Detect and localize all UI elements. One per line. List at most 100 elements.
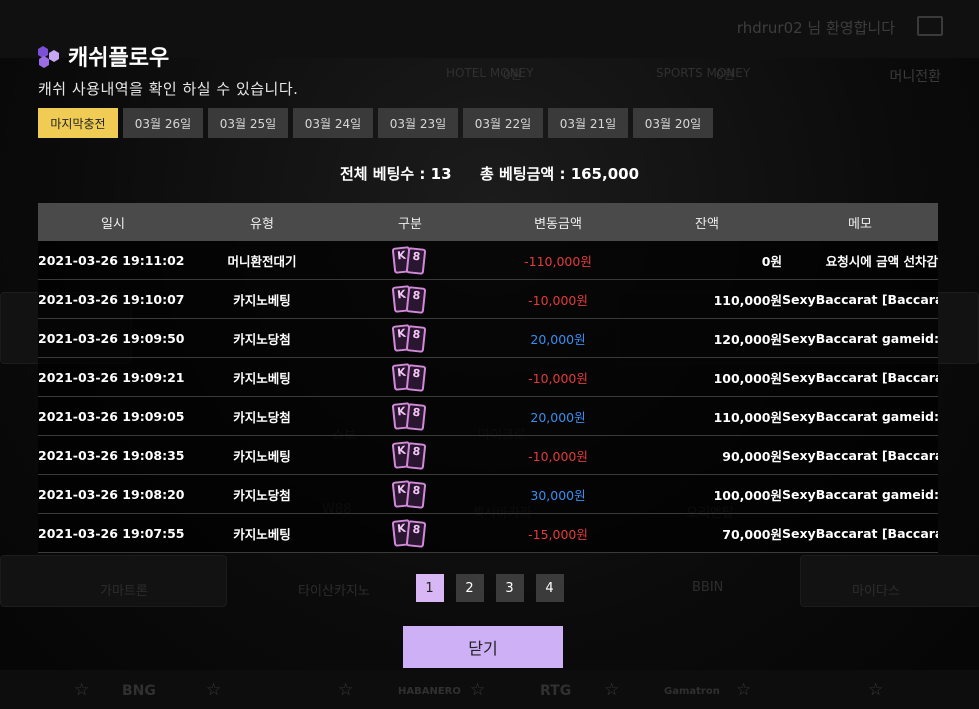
cell-amount: -10,000원 [484,279,632,319]
cell-category: K8 [336,513,484,553]
background-provider-logo: BNG [122,683,156,699]
cell-date: 2021-03-26 19:11:02 [38,241,188,280]
tab-date[interactable]: 03월 22일 [463,108,543,138]
star-icon: ☆ [338,680,354,700]
mail-icon [917,16,943,36]
cell-amount: -10,000원 [484,357,632,397]
pagination: 1 2 3 4 [0,574,979,602]
cell-category: K8 [336,241,484,280]
cell-type: 카지노베팅 [188,279,336,319]
tab-last-charge[interactable]: 마지막충전 [38,108,118,138]
tab-date[interactable]: 03월 21일 [548,108,628,138]
cell-memo: SexyBaccarat [Baccarat [782,435,938,475]
page-button[interactable]: 4 [535,574,564,602]
modal-header: 캐쉬플로우 [38,40,169,72]
cell-amount: -15,000원 [484,513,632,553]
cell-type: 카지노당첨 [188,396,336,436]
playing-cards-icon: K8 [391,362,429,392]
hexagon-logo-icon [38,44,60,68]
cell-memo: SexyBaccarat [Baccarat [782,357,938,397]
playing-cards-icon: K8 [391,479,429,509]
modal-subtitle: 캐쉬 사용내역을 확인 하실 수 있습니다. [38,80,299,98]
cell-memo: SexyBaccarat gameid:M [782,396,938,436]
page-button[interactable]: 2 [455,574,484,602]
column-header-date: 일시 [101,216,125,232]
cell-category: K8 [336,279,484,319]
cell-date: 2021-03-26 19:09:21 [38,357,188,397]
cell-type: 카지노당첨 [188,474,336,514]
playing-cards-icon: K8 [391,440,429,470]
table-row: 2021-03-26 19:09:21 카지노베팅 K 8 -10,000원 100,00… [38,357,938,397]
bet-total-label: 총 베팅금액 : [480,165,566,183]
cell-type: 머니환전대기 [188,241,336,280]
cell-date: 2021-03-26 19:07:55 [38,513,188,553]
cell-amount: 20,000원 [484,396,632,436]
cell-balance: 100,000원 [632,357,782,397]
cell-category: K8 [336,474,484,514]
cell-date: 2021-03-26 19:08:20 [38,474,188,514]
background-provider-logo: Gamatron [664,686,720,697]
table-row: 2021-03-26 19:07:55 카지노베팅 K 8 -15,000원 70,000… [38,513,938,553]
cell-balance: 100,000원 [632,474,782,514]
cell-amount: -110,000원 [484,241,632,280]
column-header-amount: 변동금액 [534,216,582,232]
playing-cards-icon: K8 [391,401,429,431]
star-icon: ☆ [736,680,752,700]
table-row: 2021-03-26 19:09:50 카지노당첨 K 8 20,000원 120,000… [38,318,938,358]
cell-category: K8 [336,318,484,358]
background-provider-logo: HABANERO [398,686,461,697]
table-row: 2021-03-26 19:10:07 카지노베팅 K 8 -10,000원 110,00… [38,279,938,319]
bet-total-value: 165,000 [570,165,640,183]
table-row: 2021-03-26 19:08:35 카지노베팅 K 8 -10,000원 90,000… [38,435,938,475]
table-row: 2021-03-26 19:09:05 카지노당첨 K 8 20,000원 110,000… [38,396,938,436]
date-filter-tabs: 마지막충전 03월 26일 03월 25일 03월 24일 03월 23일 03… [38,108,713,138]
modal-title: 캐쉬플로우 [68,46,170,71]
tab-date[interactable]: 03월 26일 [123,108,203,138]
background-sports-money-label: SPORTS MONEY [656,66,751,80]
cell-date: 2021-03-26 19:08:35 [38,435,188,475]
cash-history-table: 일시 유형 구분 변동금액 잔액 메모 2021-03-26 19:11:02 머… [38,203,938,553]
cell-date: 2021-03-26 19:10:07 [38,279,188,319]
cell-category: K8 [336,396,484,436]
background-hotel-money-value: 0원 [503,68,522,82]
star-icon: ☆ [74,680,90,700]
tab-date[interactable]: 03월 23일 [378,108,458,138]
cell-balance: 110,000원 [632,279,782,319]
cell-amount: 20,000원 [484,318,632,358]
column-header-type: 유형 [250,216,274,232]
cell-balance: 110,000원 [632,396,782,436]
star-icon: ☆ [206,680,222,700]
close-button[interactable]: 닫기 [403,626,563,668]
tab-date[interactable]: 03월 20일 [633,108,713,138]
cell-category: K8 [336,435,484,475]
cell-memo: SexyBaccarat gameid:M [782,318,938,358]
cell-memo: 요청시에 금액 선차감 [782,241,938,280]
cell-balance: 0원 [632,241,782,280]
cell-category: K8 [336,357,484,397]
bet-count-label: 전체 베팅수 : [339,165,426,183]
cell-date: 2021-03-26 19:09:50 [38,318,188,358]
cell-date: 2021-03-26 19:09:05 [38,396,188,436]
page-button[interactable]: 1 [415,574,444,602]
cell-type: 카지노베팅 [188,513,336,553]
cell-balance: 120,000원 [632,318,782,358]
playing-cards-icon: K8 [391,245,429,275]
cell-amount: -10,000원 [484,435,632,475]
bet-count-value: 13 [430,165,452,183]
table-row: 2021-03-26 19:11:02 머니환전대기 K 8 -110,000원 0원 요청… [38,241,938,280]
tab-date[interactable]: 03월 24일 [293,108,373,138]
tab-date[interactable]: 03월 25일 [208,108,288,138]
cell-type: 카지노베팅 [188,357,336,397]
betting-summary: 전체 베팅수 : 13 총 베팅금액 : 165,000 [0,163,979,184]
background-exchange-button: 머니전환 [889,69,941,85]
column-header-category: 구분 [398,216,422,232]
column-header-memo: 메모 [848,216,872,232]
table-header-row: 일시 유형 구분 변동금액 잔액 메모 [38,203,938,241]
playing-cards-icon: K8 [391,518,429,548]
page-button[interactable]: 3 [495,574,524,602]
cell-memo: SexyBaccarat [Baccarat [782,513,938,553]
cell-type: 카지노당첨 [188,318,336,358]
cell-balance: 70,000원 [632,513,782,553]
cell-memo: SexyBaccarat gameid:M [782,474,938,514]
star-icon: ☆ [470,680,486,700]
